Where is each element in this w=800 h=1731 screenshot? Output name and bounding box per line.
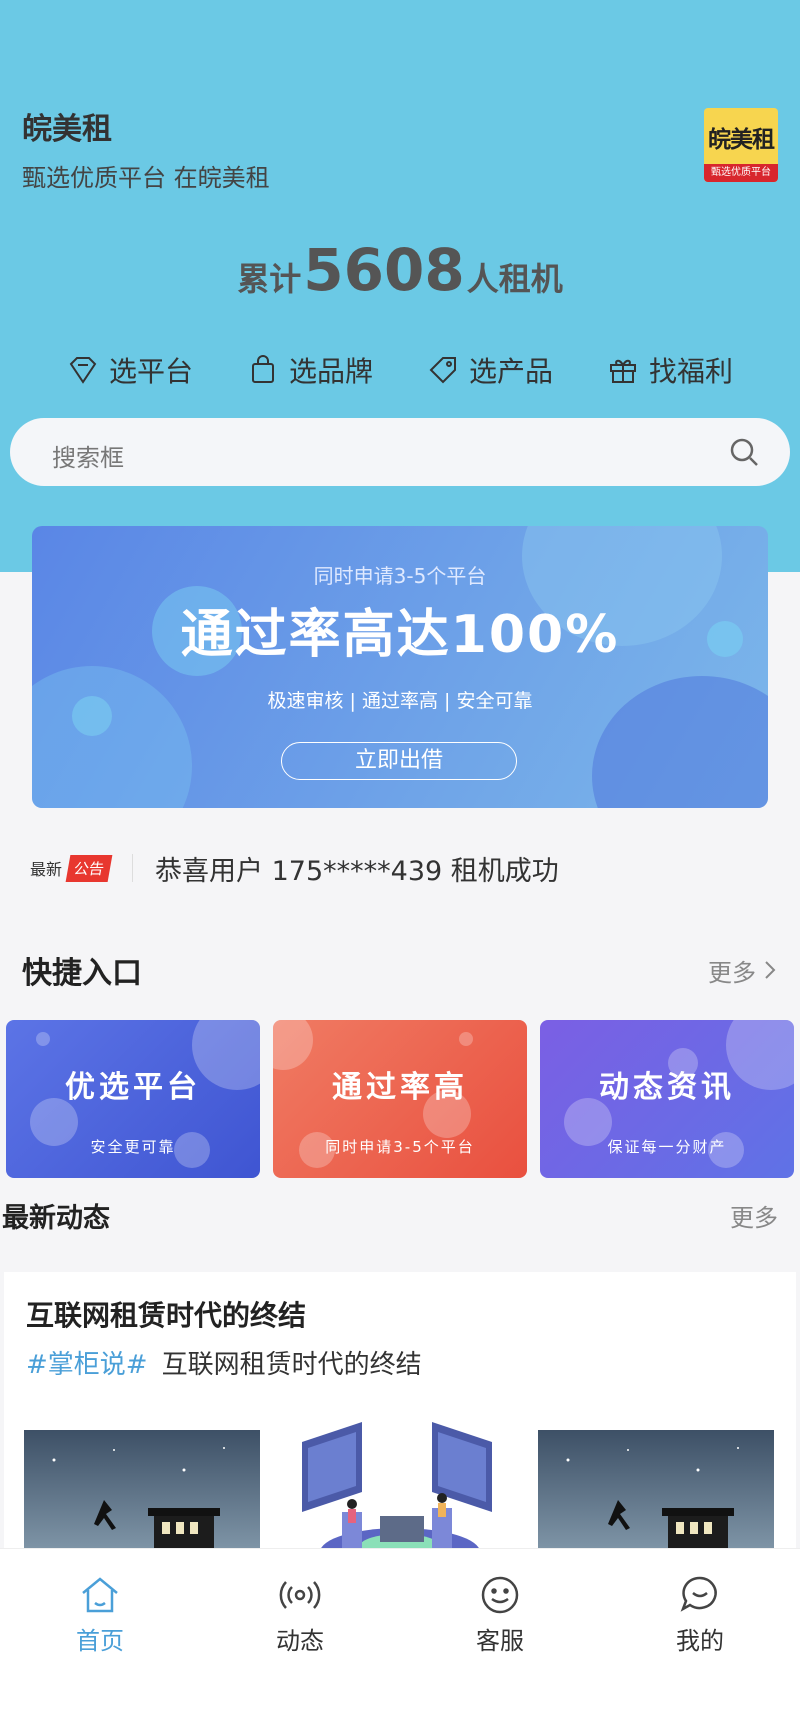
card-decoration bbox=[36, 1032, 50, 1046]
banner-tags: 极速审核 | 通过率高 | 安全可靠 bbox=[267, 690, 533, 712]
latest-header: 最新动态 更多 bbox=[2, 1196, 778, 1235]
tab-service[interactable]: 客服 bbox=[400, 1549, 600, 1731]
banner-title: 通过率高达100% bbox=[180, 605, 620, 665]
section-title: 快捷入口 bbox=[22, 956, 142, 991]
notice-text: 恭喜用户 175*****439 租机成功 bbox=[155, 855, 559, 887]
category-platform[interactable]: 选平台 bbox=[67, 350, 193, 390]
category-product[interactable]: 选产品 bbox=[427, 350, 553, 390]
search-input[interactable]: 搜索框 bbox=[52, 438, 124, 473]
notice-tag: 公告 bbox=[65, 854, 113, 882]
chevron-right-icon bbox=[765, 961, 776, 979]
news-card[interactable]: 互联网租赁时代的终结 #掌柜说# 互联网租赁时代的终结 bbox=[4, 1272, 796, 1580]
banner-button[interactable]: 立即出借 bbox=[281, 742, 517, 780]
more-label: 更多 bbox=[708, 958, 756, 987]
gift-icon bbox=[609, 359, 636, 383]
category-label: 选品牌 bbox=[288, 355, 373, 388]
category-brand[interactable]: 选品牌 bbox=[247, 350, 373, 390]
chat-bubble-icon bbox=[680, 1576, 717, 1612]
quick-card-approval[interactable]: 通过率高 同时申请3-5个平台 bbox=[273, 1020, 527, 1178]
tab-label: 客服 bbox=[476, 1627, 524, 1655]
notice-new-label: 最新 bbox=[30, 860, 63, 879]
bag-icon bbox=[251, 355, 274, 383]
home-icon bbox=[82, 1577, 118, 1613]
section-title: 最新动态 bbox=[2, 1203, 110, 1234]
card-subtitle: 安全更可靠 bbox=[90, 1138, 176, 1156]
smiley-icon bbox=[481, 1576, 519, 1614]
card-title: 优选平台 bbox=[65, 1070, 201, 1105]
quick-card-news[interactable]: 动态资讯 保证每一分财产 bbox=[540, 1020, 794, 1178]
card-subtitle: 保证每一分财产 bbox=[607, 1138, 727, 1156]
search-icon[interactable] bbox=[728, 436, 760, 468]
news-hashtag[interactable]: #掌柜说# bbox=[26, 1350, 148, 1380]
tab-home[interactable]: 首页 bbox=[0, 1549, 200, 1731]
tag-icon bbox=[429, 357, 456, 384]
tab-label: 动态 bbox=[276, 1627, 324, 1655]
category-label: 选产品 bbox=[468, 355, 553, 388]
diamond-icon bbox=[69, 357, 97, 384]
app-slogan: 甄选优质平台 在皖美租 bbox=[22, 164, 270, 192]
notice-bar[interactable]: 最新 公告 恭喜用户 175*****439 租机成功 bbox=[30, 848, 770, 888]
quick-entry-header: 快捷入口 更多 bbox=[22, 948, 778, 992]
bottom-tab-bar: 首页 动态 客服 我的 bbox=[0, 1548, 800, 1731]
counter-prefix: 累计 bbox=[237, 260, 302, 298]
tab-label: 首页 bbox=[76, 1627, 124, 1655]
tab-mine[interactable]: 我的 bbox=[600, 1549, 800, 1731]
card-subtitle: 同时申请3-5个平台 bbox=[325, 1138, 475, 1156]
category-welfare[interactable]: 找福利 bbox=[607, 350, 733, 390]
news-title: 互联网租赁时代的终结 bbox=[26, 1299, 307, 1332]
counter-suffix: 人租机 bbox=[466, 260, 563, 298]
rental-counter: 累计5608人租机 bbox=[0, 236, 800, 304]
card-title: 动态资讯 bbox=[599, 1070, 735, 1105]
logo-strip: 甄选优质平台 bbox=[704, 164, 778, 182]
promo-banner[interactable]: 同时申请3-5个平台 通过率高达100% 极速审核 | 通过率高 | 安全可靠 … bbox=[32, 526, 768, 808]
tab-label: 我的 bbox=[676, 1627, 724, 1655]
data-dashboard-illustration bbox=[302, 1422, 492, 1562]
category-nav: 选平台 选品牌 选产品 找福利 bbox=[0, 350, 800, 390]
logo-text: 皖美租 bbox=[708, 127, 775, 153]
news-thumbnail[interactable] bbox=[282, 1412, 518, 1562]
category-label: 选平台 bbox=[108, 355, 193, 388]
tab-dynamics[interactable]: 动态 bbox=[200, 1549, 400, 1731]
app-name: 皖美租 bbox=[22, 112, 112, 147]
more-link[interactable]: 更多 bbox=[730, 1198, 778, 1233]
news-tagline: #掌柜说# 互联网租赁时代的终结 bbox=[26, 1344, 422, 1381]
more-link[interactable]: 更多 bbox=[708, 953, 778, 988]
counter-value: 5608 bbox=[303, 236, 465, 304]
category-label: 找福利 bbox=[648, 355, 733, 388]
banner-subtitle: 同时申请3-5个平台 bbox=[313, 564, 487, 588]
card-title: 通过率高 bbox=[332, 1070, 468, 1105]
search-bar[interactable]: 搜索框 bbox=[10, 418, 790, 486]
app-logo: 皖美租 甄选优质平台 bbox=[704, 108, 778, 182]
quick-card-platform[interactable]: 优选平台 安全更可靠 bbox=[6, 1020, 260, 1178]
news-summary: 互联网租赁时代的终结 bbox=[161, 1350, 422, 1380]
notice-divider bbox=[132, 854, 134, 882]
card-decoration bbox=[459, 1032, 473, 1046]
broadcast-icon bbox=[279, 1581, 321, 1609]
